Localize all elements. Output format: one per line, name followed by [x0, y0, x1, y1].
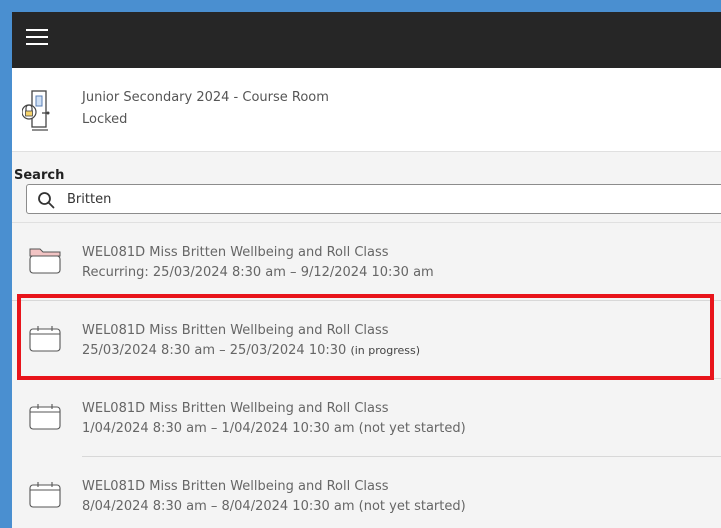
folder-icon	[29, 248, 61, 274]
result-item-not-started[interactable]: WEL081D Miss Britten Wellbeing and Roll …	[12, 379, 721, 457]
results-list: WEL081D Miss Britten Wellbeing and Roll …	[12, 222, 721, 528]
in-progress-badge: (in progress)	[350, 344, 421, 357]
top-bar	[12, 12, 721, 68]
calendar-icon	[29, 404, 61, 430]
result-title: WEL081D Miss Britten Wellbeing and Roll …	[82, 479, 389, 494]
result-time: Recurring: 25/03/2024 8:30 am – 9/12/202…	[82, 265, 434, 280]
course-room-title: Junior Secondary 2024 - Course Room	[82, 90, 329, 105]
hamburger-menu-icon[interactable]	[26, 29, 48, 47]
locked-door-icon	[22, 90, 50, 131]
result-title: WEL081D Miss Britten Wellbeing and Roll …	[82, 323, 389, 338]
result-time: 25/03/2024 8:30 am – 25/03/2024 10:30 (i…	[82, 343, 421, 358]
course-room-status: Locked	[82, 112, 128, 127]
search-icon	[38, 192, 55, 209]
result-title: WEL081D Miss Britten Wellbeing and Roll …	[82, 245, 389, 260]
calendar-icon	[29, 326, 61, 352]
session-panel: Junior Secondary 2024 - Course Room Lock…	[12, 12, 721, 528]
calendar-icon	[29, 482, 61, 508]
result-title: WEL081D Miss Britten Wellbeing and Roll …	[82, 401, 389, 416]
result-item-not-started[interactable]: WEL081D Miss Britten Wellbeing and Roll …	[12, 457, 721, 528]
result-item-recurring[interactable]: WEL081D Miss Britten Wellbeing and Roll …	[12, 223, 721, 301]
search-label: Search	[14, 168, 65, 183]
search-box[interactable]	[26, 184, 721, 214]
result-item-in-progress[interactable]: WEL081D Miss Britten Wellbeing and Roll …	[12, 301, 721, 379]
course-room-row[interactable]: Junior Secondary 2024 - Course Room Lock…	[12, 68, 721, 152]
result-time: 1/04/2024 8:30 am – 1/04/2024 10:30 am (…	[82, 421, 466, 436]
result-time: 8/04/2024 8:30 am – 8/04/2024 10:30 am (…	[82, 499, 466, 514]
search-input[interactable]	[67, 186, 707, 212]
